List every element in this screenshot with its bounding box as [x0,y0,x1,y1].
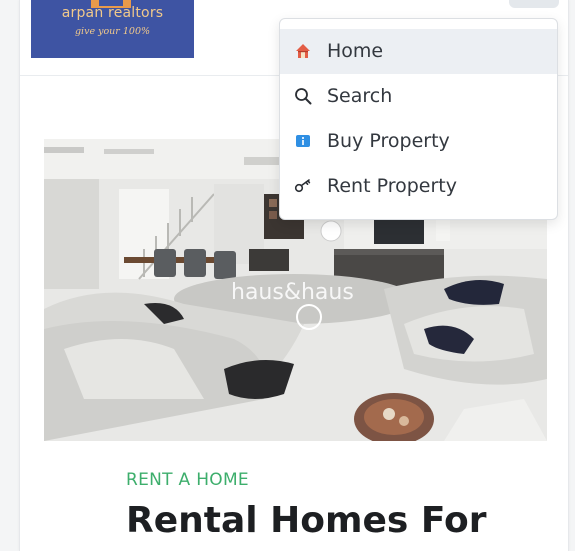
menu-item-buy-property[interactable]: Buy Property [280,119,557,164]
menu-item-home[interactable]: Home [280,29,557,74]
search-icon [294,87,312,105]
logo-tagline: give your 100% [74,26,151,37]
page-headline: Rental Homes For [126,500,487,541]
logo-brand-text: arpan realtors [61,5,164,21]
nav-dropdown-menu: Home Search Buy Property Rent Property [279,18,558,220]
house-icon [294,42,312,60]
info-icon [294,132,312,150]
menu-item-label: Home [327,40,384,62]
brand-logo[interactable]: arpan realtors give your 100% [31,0,194,58]
hero-watermark: haus&haus [231,280,354,305]
menu-item-rent-property[interactable]: Rent Property [280,164,557,209]
key-icon [294,177,312,195]
section-eyebrow: RENT A HOME [126,470,249,490]
nav-toggle-button[interactable] [509,0,559,8]
menu-item-label: Rent Property [327,175,457,197]
menu-item-search[interactable]: Search [280,74,557,119]
menu-item-label: Buy Property [327,130,450,152]
menu-item-label: Search [327,85,393,107]
